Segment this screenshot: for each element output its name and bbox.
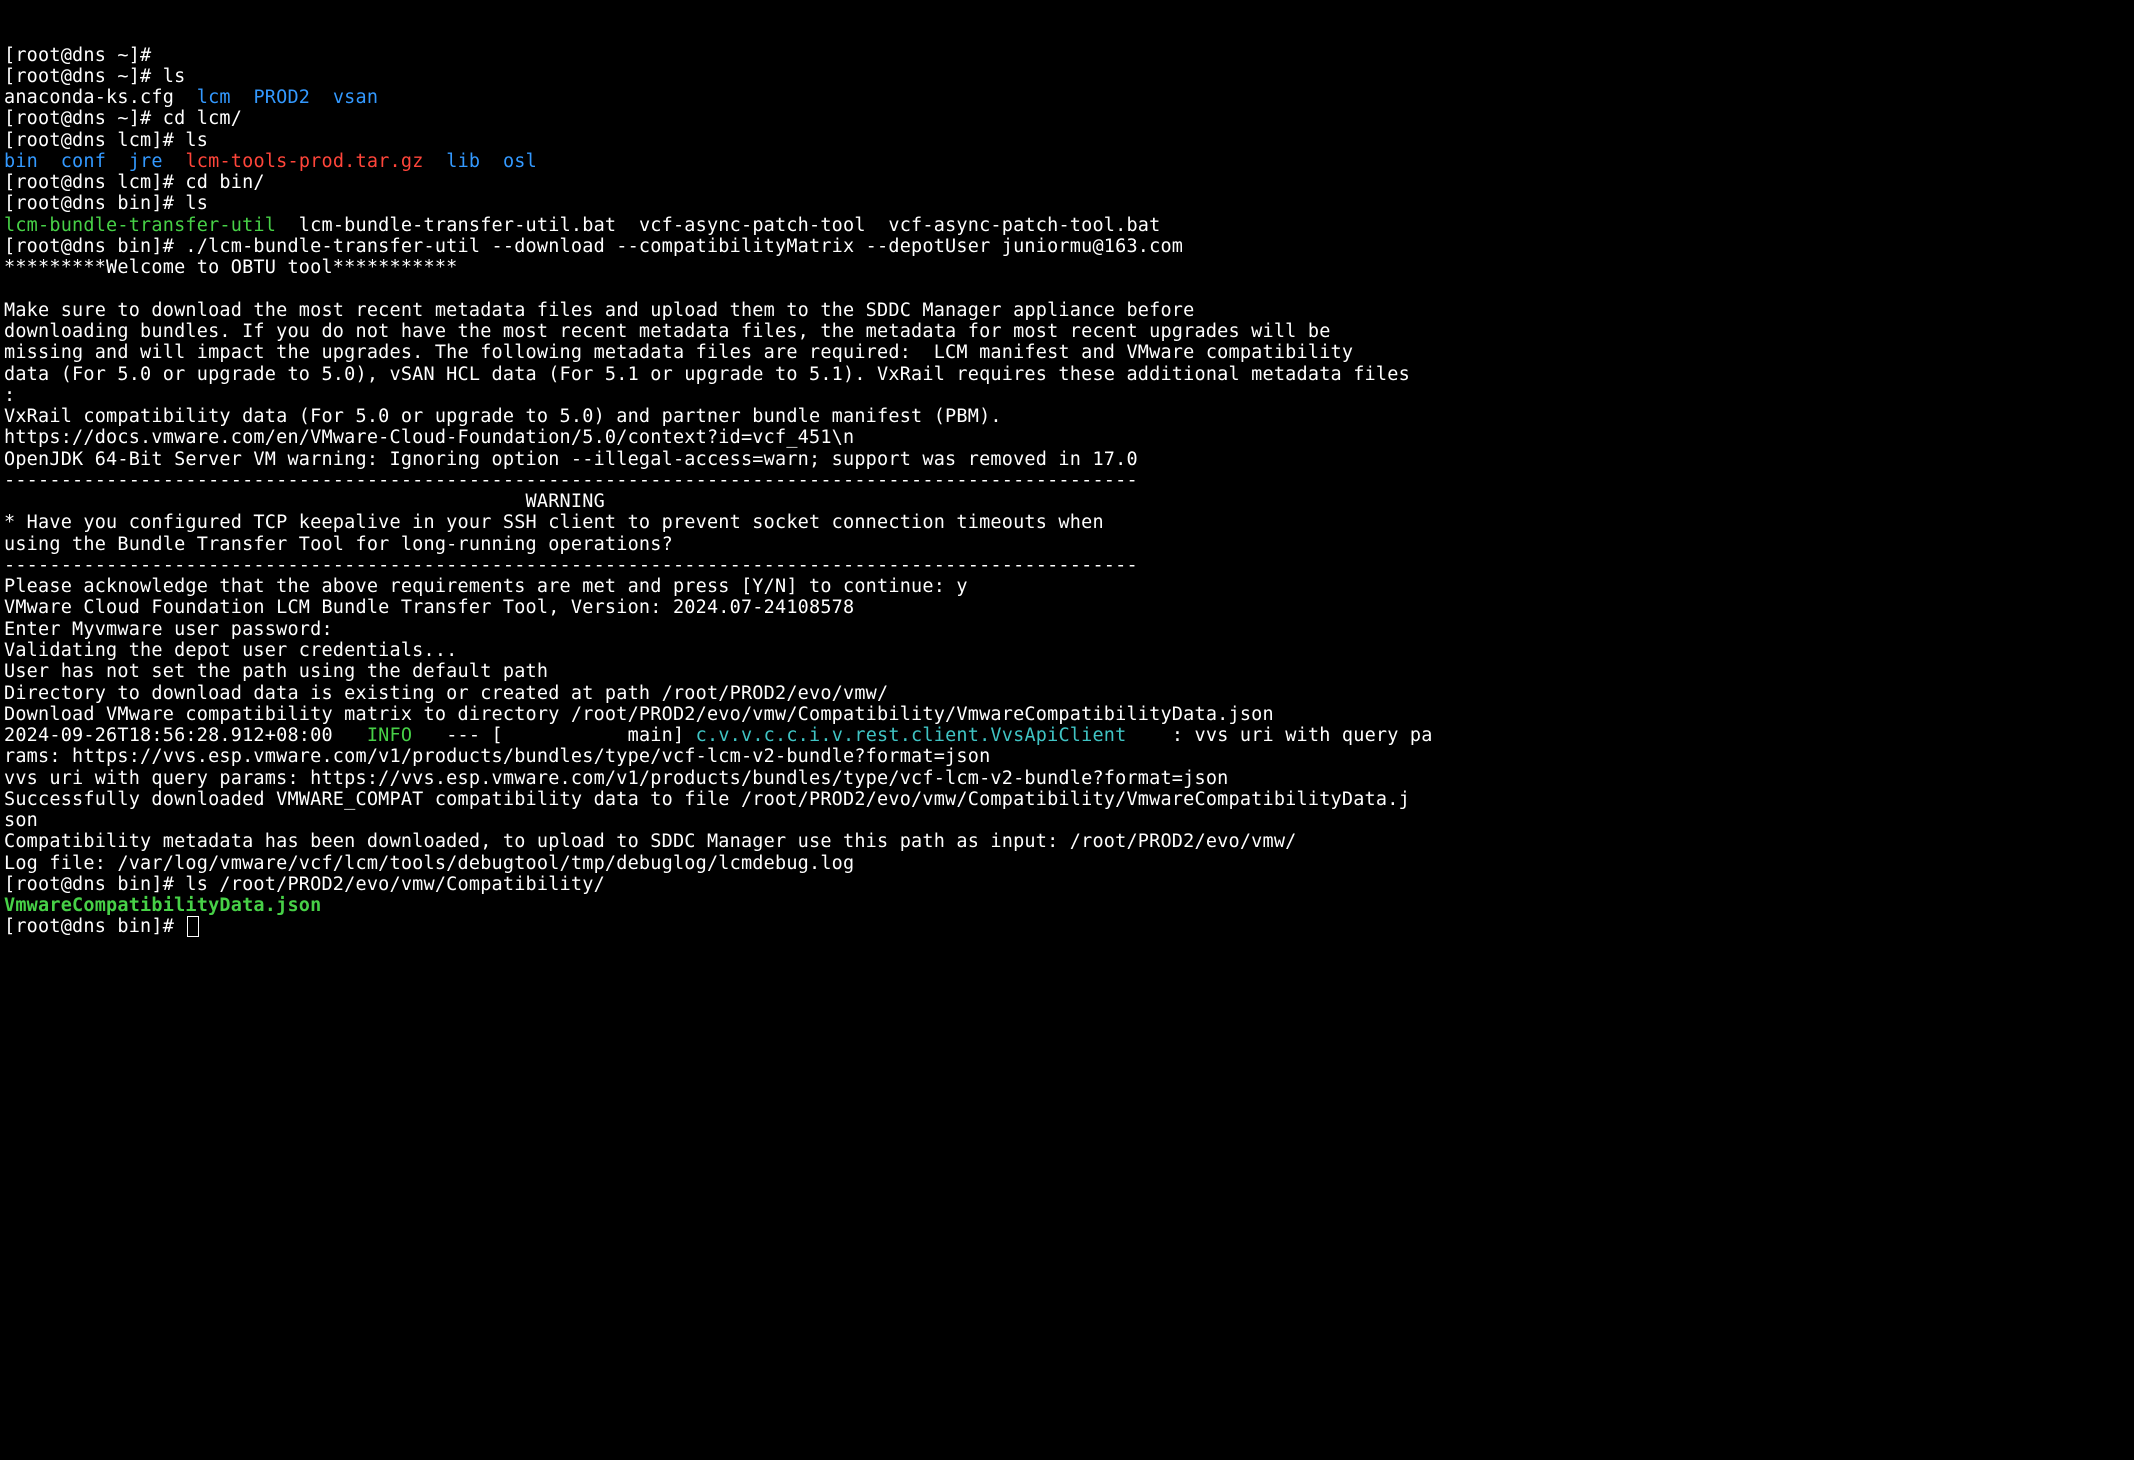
ls-exec: VmwareCompatibilityData.json: [4, 895, 321, 916]
sep: [106, 151, 129, 172]
log-class: c.v.v.c.c.i.v.rest.client.VvsApiClient: [696, 725, 1127, 746]
log-msg: : vvs uri with query pa: [1126, 725, 1432, 746]
output-line: https://docs.vmware.com/en/VMware-Cloud-…: [4, 427, 854, 448]
ls-exec: lcm-bundle-transfer-util: [4, 215, 276, 236]
sep: [310, 87, 333, 108]
prompt-cmd: [root@dns bin]# ./lcm-bundle-transfer-ut…: [4, 236, 1183, 257]
output-line: downloading bundles. If you do not have …: [4, 321, 1331, 342]
terminal-output[interactable]: [root@dns ~]# [root@dns ~]# ls anaconda-…: [4, 45, 2130, 938]
sep: [163, 151, 186, 172]
prompt: [root@dns bin]#: [4, 916, 185, 937]
log-timestamp: 2024-09-26T18:56:28.912+08:00: [4, 725, 367, 746]
output-line: ----------------------------------------…: [4, 555, 1138, 576]
ls-file: lcm-bundle-transfer-util.bat vcf-async-p…: [276, 215, 1160, 236]
output-line: User has not set the path using the defa…: [4, 661, 548, 682]
prompt-cmd: [root@dns lcm]# cd bin/: [4, 172, 265, 193]
output-line: VMware Cloud Foundation LCM Bundle Trans…: [4, 597, 854, 618]
output-line: VxRail compatibility data (For 5.0 or up…: [4, 406, 1002, 427]
output-line: Enter Myvmware user password:: [4, 619, 333, 640]
ls-dir: osl: [503, 151, 537, 172]
sep: [231, 87, 254, 108]
output-line: *********Welcome to OBTU tool***********: [4, 257, 458, 278]
log-level-info: INFO: [367, 725, 412, 746]
ls-dir: conf: [61, 151, 106, 172]
ls-file: anaconda-ks.cfg: [4, 87, 197, 108]
sep: [38, 151, 61, 172]
output-line: Directory to download data is existing o…: [4, 683, 888, 704]
log-thread: --- [ main]: [412, 725, 695, 746]
ls-dir: lib: [446, 151, 480, 172]
output-line: :: [4, 385, 15, 406]
ls-dir: bin: [4, 151, 38, 172]
output-line: OpenJDK 64-Bit Server VM warning: Ignori…: [4, 449, 1138, 470]
prompt-cmd: [root@dns ~]# cd lcm/: [4, 108, 242, 129]
output-line: Log file: /var/log/vmware/vcf/lcm/tools/…: [4, 853, 854, 874]
warning-header: WARNING: [4, 491, 605, 512]
output-line: missing and will impact the upgrades. Th…: [4, 342, 1353, 363]
output-line: Compatibility metadata has been download…: [4, 831, 1297, 852]
prompt-cmd: [root@dns bin]# ls /root/PROD2/evo/vmw/C…: [4, 874, 605, 895]
output-line: Successfully downloaded VMWARE_COMPAT co…: [4, 789, 1410, 810]
prompt: [root@dns ~]#: [4, 45, 163, 66]
prompt-cmd: [root@dns bin]# ls: [4, 193, 208, 214]
output-line: Validating the depot user credentials...: [4, 640, 458, 661]
output-line: using the Bundle Transfer Tool for long-…: [4, 534, 673, 555]
prompt-cmd: [root@dns lcm]# ls: [4, 130, 208, 151]
output-line: * Have you configured TCP keepalive in y…: [4, 512, 1104, 533]
ls-dir: PROD2: [253, 87, 310, 108]
sep: [424, 151, 447, 172]
output-line: rams: https://vvs.esp.vmware.com/v1/prod…: [4, 746, 990, 767]
ls-dir: vsan: [333, 87, 378, 108]
output-line: Please acknowledge that the above requir…: [4, 576, 968, 597]
output-line: data (For 5.0 or upgrade to 5.0), vSAN H…: [4, 364, 1410, 385]
output-line: son: [4, 810, 38, 831]
output-line: ----------------------------------------…: [4, 470, 1138, 491]
cursor-icon: [187, 916, 199, 937]
sep: [480, 151, 503, 172]
ls-dir: jre: [129, 151, 163, 172]
output-line: vvs uri with query params: https://vvs.e…: [4, 768, 1229, 789]
output-line: Download VMware compatibility matrix to …: [4, 704, 1274, 725]
prompt-cmd: [root@dns ~]# ls: [4, 66, 185, 87]
ls-archive: lcm-tools-prod.tar.gz: [185, 151, 423, 172]
output-line: Make sure to download the most recent me…: [4, 300, 1194, 321]
ls-dir: lcm: [197, 87, 231, 108]
